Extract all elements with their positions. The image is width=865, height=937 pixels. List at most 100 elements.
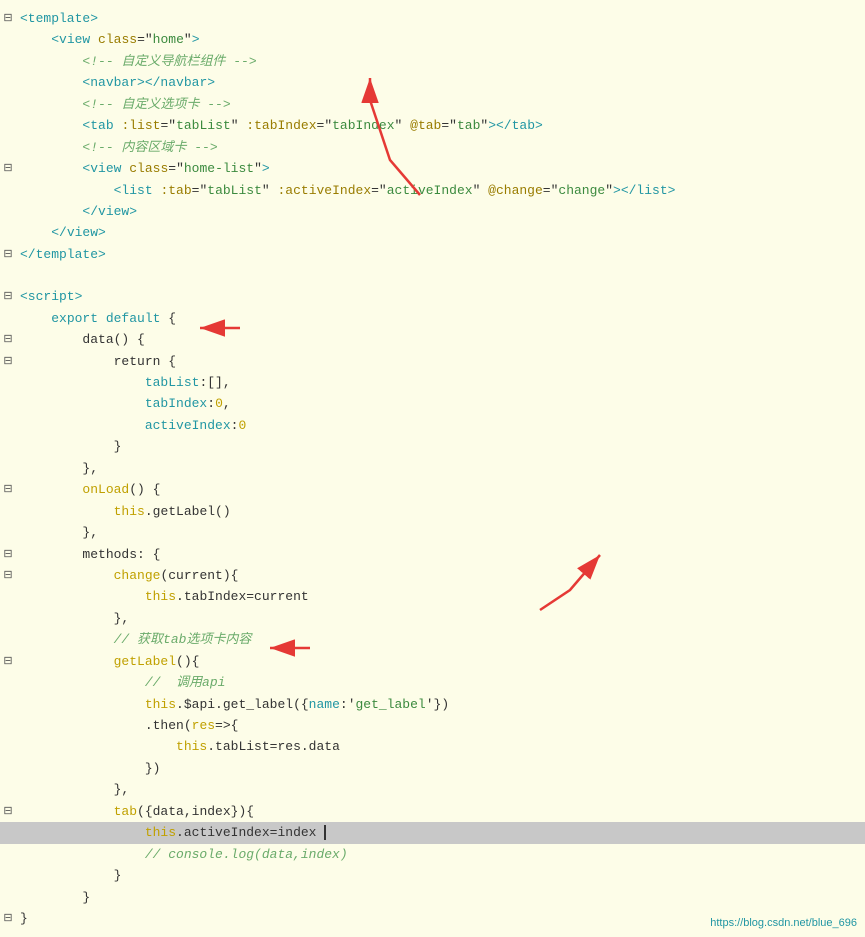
code-line: <view class="home"> (0, 29, 865, 50)
line-content: this.tabIndex=current (16, 586, 865, 607)
line-content: this.tabList=res.data (16, 736, 865, 757)
gutter-icon (0, 736, 16, 738)
gutter-icon (0, 865, 16, 867)
gutter-icon[interactable]: ⊟ (0, 565, 16, 585)
line-content: } (16, 865, 865, 886)
code-editor: ⊟<template> <view class="home"> <!-- 自定义… (0, 0, 865, 937)
gutter-icon[interactable]: ⊟ (0, 244, 16, 264)
gutter-icon (0, 94, 16, 96)
code-line: }, (0, 608, 865, 629)
code-line: ⊟</template> (0, 244, 865, 265)
code-line: </view> (0, 201, 865, 222)
code-line: }) (0, 758, 865, 779)
gutter-icon (0, 222, 16, 224)
gutter-icon (0, 501, 16, 503)
gutter-icon[interactable]: ⊟ (0, 651, 16, 671)
gutter-icon (0, 180, 16, 182)
code-line: ⊟ getLabel(){ (0, 651, 865, 672)
code-line: }, (0, 458, 865, 479)
gutter-icon[interactable]: ⊟ (0, 908, 16, 928)
code-line: ⊟ onLoad() { (0, 479, 865, 500)
line-content: tabIndex:0, (16, 393, 865, 414)
line-content: .then(res=>{ (16, 715, 865, 736)
line-content: methods: { (16, 544, 865, 565)
gutter-icon (0, 887, 16, 889)
line-content: <view class="home"> (16, 29, 865, 50)
line-content: }, (16, 608, 865, 629)
code-line: <!-- 自定义导航栏组件 --> (0, 51, 865, 72)
gutter-icon[interactable]: ⊟ (0, 286, 16, 306)
gutter-icon (0, 393, 16, 395)
code-line: ⊟ <view class="home-list"> (0, 158, 865, 179)
gutter-icon[interactable]: ⊟ (0, 801, 16, 821)
line-content: } (16, 887, 865, 908)
line-content: getLabel(){ (16, 651, 865, 672)
code-line: export default { (0, 308, 865, 329)
code-line: this.activeIndex=index (0, 822, 865, 843)
gutter-icon (0, 779, 16, 781)
line-content: // 获取tab选项卡内容 (16, 629, 865, 650)
gutter-icon (0, 29, 16, 31)
gutter-icon (0, 201, 16, 203)
code-line: ⊟ change(current){ (0, 565, 865, 586)
code-line: ⊟ tab({data,index}){ (0, 801, 865, 822)
gutter-icon (0, 758, 16, 760)
gutter-icon (0, 72, 16, 74)
code-line (0, 265, 865, 286)
code-line: .then(res=>{ (0, 715, 865, 736)
code-line: this.tabIndex=current (0, 586, 865, 607)
gutter-icon[interactable]: ⊟ (0, 544, 16, 564)
gutter-icon (0, 694, 16, 696)
gutter-icon (0, 265, 16, 267)
line-content: return { (16, 351, 865, 372)
gutter-icon (0, 629, 16, 631)
gutter-icon[interactable]: ⊟ (0, 8, 16, 28)
code-line: <tab :list="tabList" :tabIndex="tabIndex… (0, 115, 865, 136)
line-content: change(current){ (16, 565, 865, 586)
code-line: ⊟ return { (0, 351, 865, 372)
line-content: tabList:[], (16, 372, 865, 393)
code-line: this.tabList=res.data (0, 736, 865, 757)
code-line: ⊟ methods: { (0, 544, 865, 565)
watermark: https://blog.csdn.net/blue_696 (710, 917, 857, 929)
gutter-icon (0, 672, 16, 674)
line-content: } (16, 436, 865, 457)
line-content: <list :tab="tabList" :activeIndex="activ… (16, 180, 865, 201)
line-content: this.activeIndex=index (16, 822, 865, 843)
code-line: } (0, 436, 865, 457)
gutter-icon[interactable]: ⊟ (0, 479, 16, 499)
gutter-icon (0, 308, 16, 310)
line-content: this.$api.get_label({name:'get_label'}) (16, 694, 865, 715)
line-content: <!-- 自定义导航栏组件 --> (16, 51, 865, 72)
line-content: <navbar></navbar> (16, 72, 865, 93)
line-content: <!-- 自定义选项卡 --> (16, 94, 865, 115)
gutter-icon (0, 372, 16, 374)
line-content: // console.log(data,index) (16, 844, 865, 865)
line-content: export default { (16, 308, 865, 329)
line-content: // 调用api (16, 672, 865, 693)
code-line: <list :tab="tabList" :activeIndex="activ… (0, 180, 865, 201)
code-line: tabIndex:0, (0, 393, 865, 414)
gutter-icon (0, 822, 16, 824)
code-line: </view> (0, 222, 865, 243)
gutter-icon (0, 415, 16, 417)
code-line: this.$api.get_label({name:'get_label'}) (0, 694, 865, 715)
line-content: data() { (16, 329, 865, 350)
line-content: }, (16, 522, 865, 543)
gutter-icon[interactable]: ⊟ (0, 351, 16, 371)
code-line: ⊟ data() { (0, 329, 865, 350)
gutter-icon (0, 608, 16, 610)
line-content: }, (16, 779, 865, 800)
code-line: this.getLabel() (0, 501, 865, 522)
line-content: tab({data,index}){ (16, 801, 865, 822)
gutter-icon (0, 458, 16, 460)
line-content: <!-- 内容区域卡 --> (16, 137, 865, 158)
gutter-icon[interactable]: ⊟ (0, 158, 16, 178)
gutter-icon[interactable]: ⊟ (0, 329, 16, 349)
code-line: tabList:[], (0, 372, 865, 393)
code-line: } (0, 865, 865, 886)
code-line: <!-- 内容区域卡 --> (0, 137, 865, 158)
line-content: </view> (16, 222, 865, 243)
gutter-icon (0, 844, 16, 846)
code-line: } (0, 887, 865, 908)
